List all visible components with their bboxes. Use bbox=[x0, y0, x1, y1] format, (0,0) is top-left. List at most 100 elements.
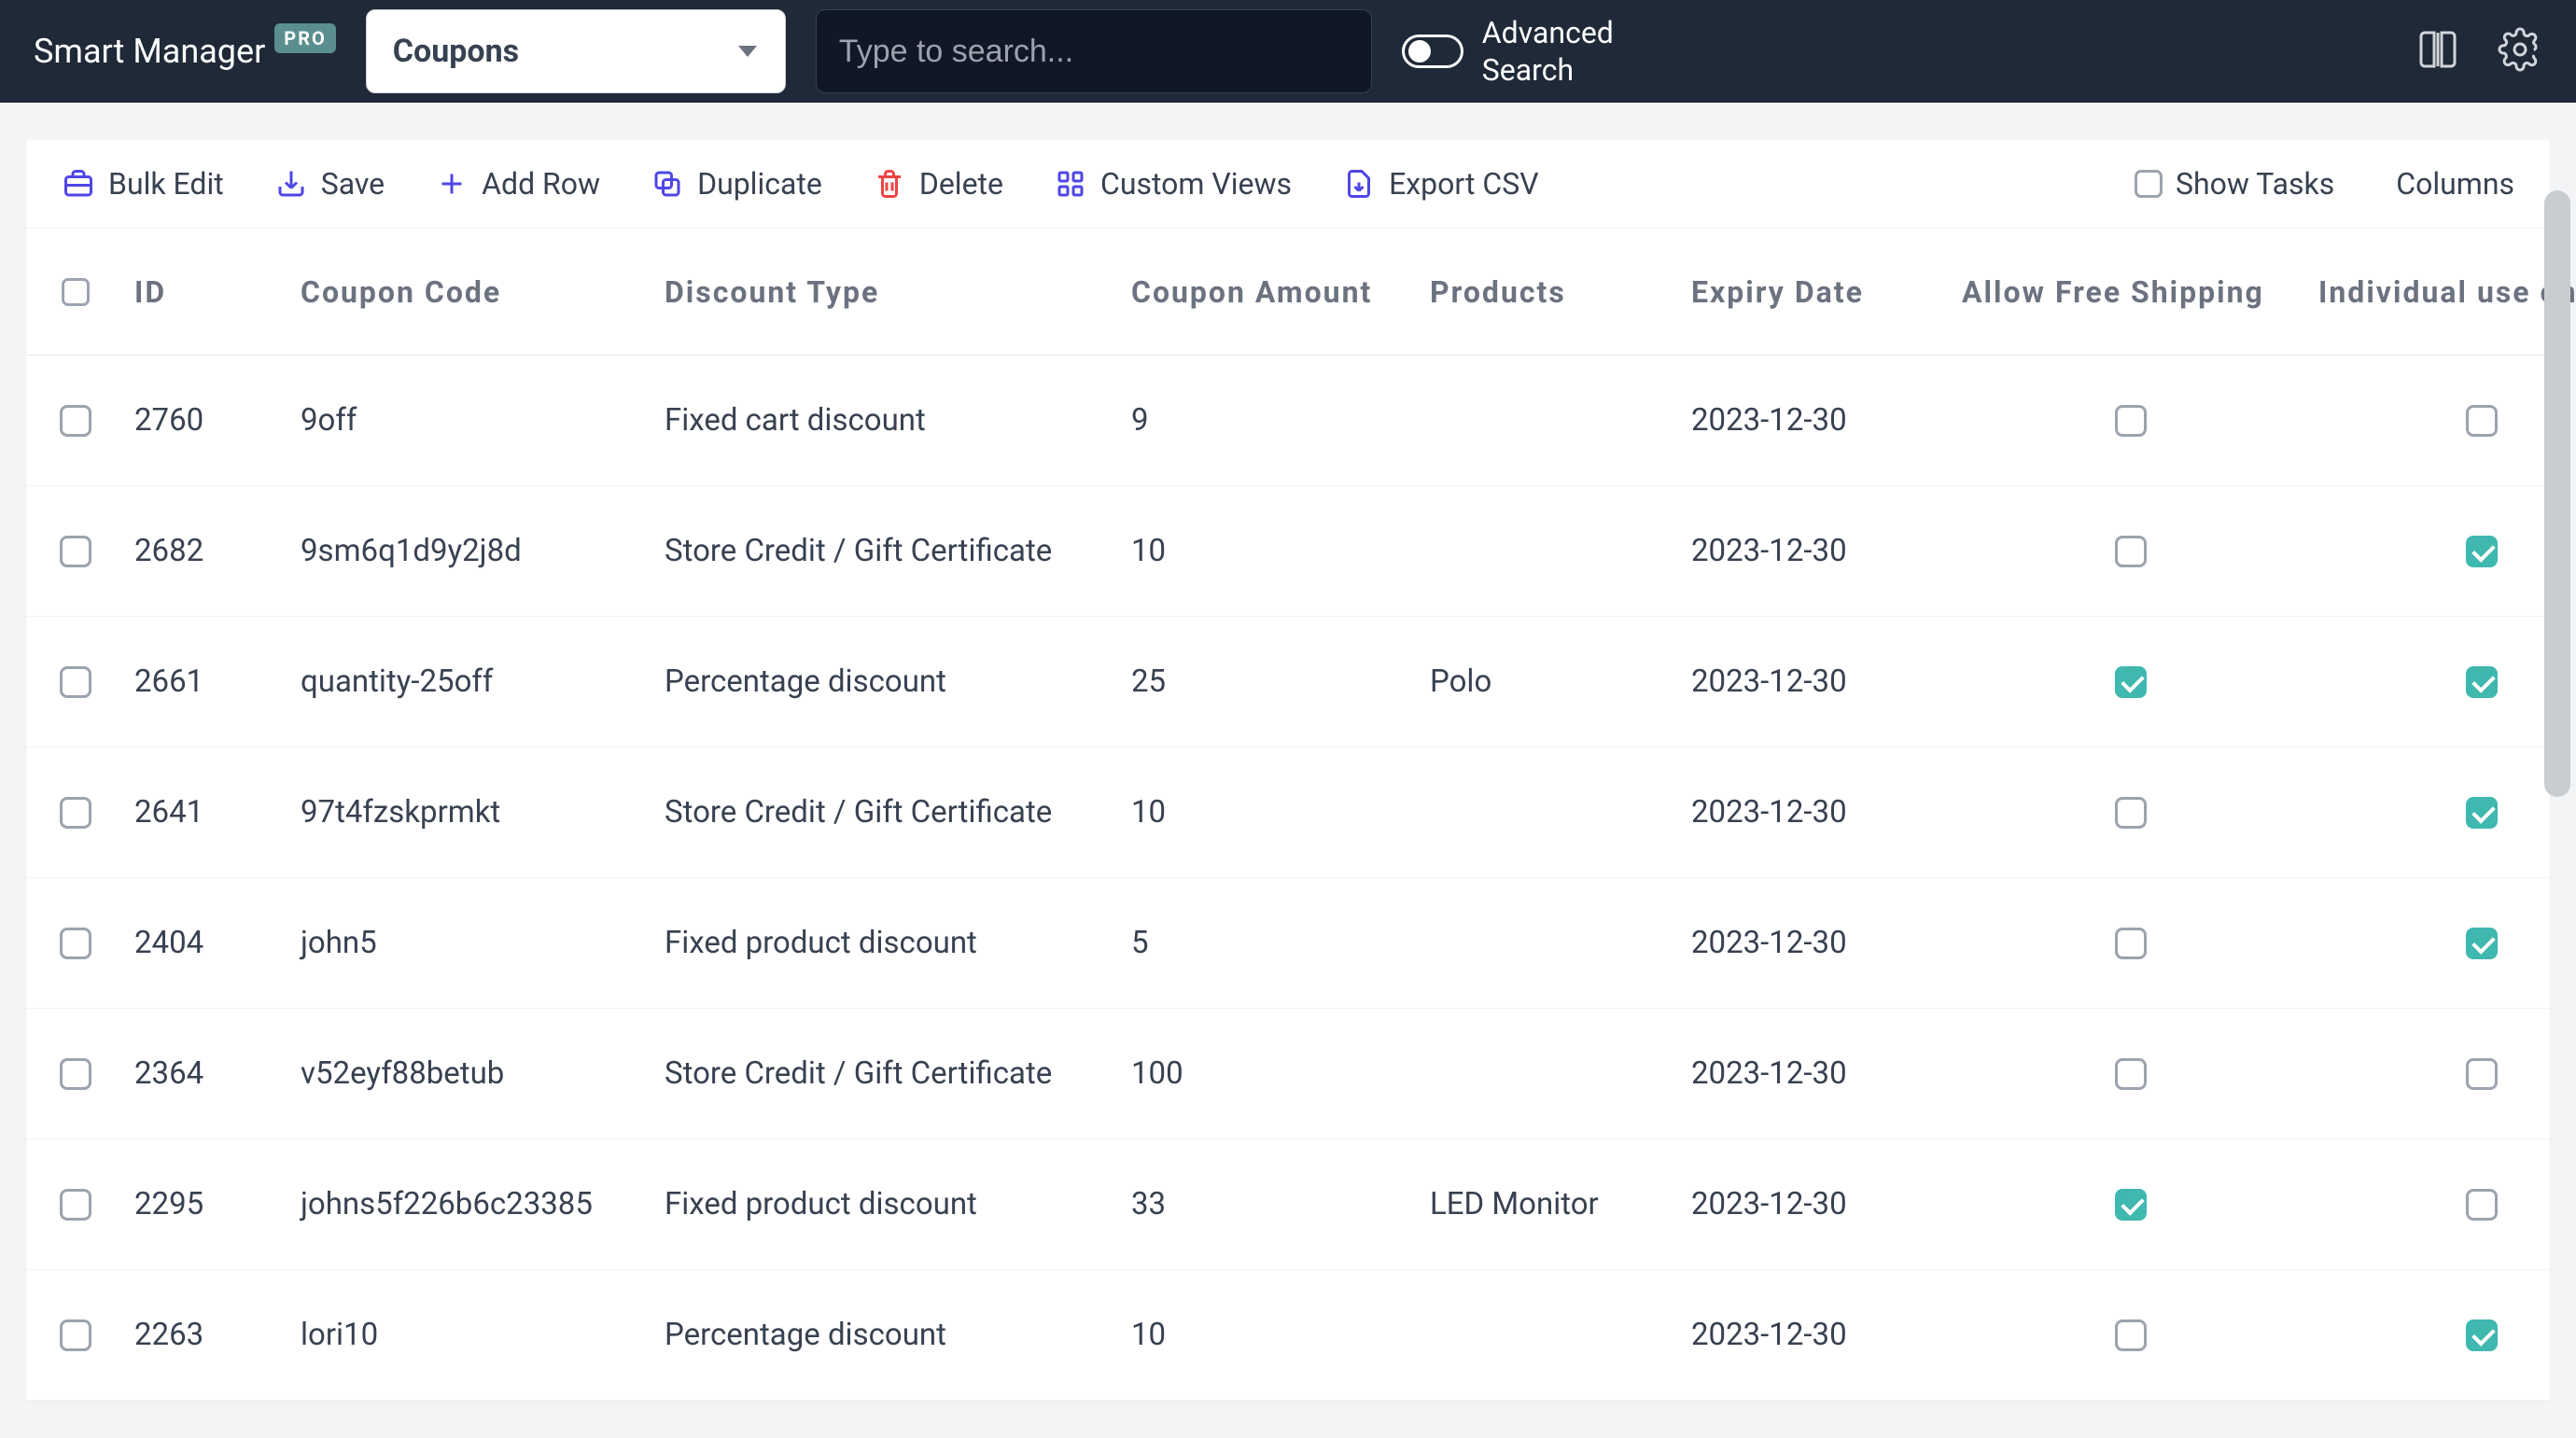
individual-use-checkbox[interactable] bbox=[2466, 1189, 2498, 1221]
row-checkbox[interactable] bbox=[60, 797, 91, 829]
col-coupon-amount[interactable]: Coupon Amount bbox=[1122, 274, 1421, 310]
free-shipping-checkbox[interactable] bbox=[2115, 666, 2147, 698]
cell-code[interactable]: johns5f226b6c23385 bbox=[291, 1186, 655, 1222]
scrollbar[interactable] bbox=[2544, 190, 2570, 797]
save-button[interactable]: Save bbox=[274, 166, 385, 202]
add-row-button[interactable]: Add Row bbox=[435, 166, 600, 202]
col-discount-type[interactable]: Discount Type bbox=[655, 274, 1122, 310]
cell-code[interactable]: 97t4fzskprmkt bbox=[291, 794, 655, 831]
search-box[interactable] bbox=[816, 9, 1372, 93]
cell-type[interactable]: Fixed cart discount bbox=[655, 402, 1122, 439]
cell-code[interactable]: 9off bbox=[291, 402, 655, 439]
cell-id[interactable]: 2295 bbox=[125, 1186, 291, 1222]
free-shipping-checkbox[interactable] bbox=[2115, 928, 2147, 959]
table-row[interactable]: 2295 johns5f226b6c23385 Fixed product di… bbox=[26, 1139, 2550, 1270]
cell-amount[interactable]: 25 bbox=[1122, 663, 1421, 700]
advanced-search[interactable]: Advanced Search bbox=[1402, 14, 1614, 89]
cell-code[interactable]: john5 bbox=[291, 925, 655, 961]
cell-id[interactable]: 2263 bbox=[125, 1317, 291, 1353]
individual-use-checkbox[interactable] bbox=[2466, 1319, 2498, 1351]
cell-type[interactable]: Store Credit / Gift Certificate bbox=[655, 1055, 1122, 1092]
cell-expiry[interactable]: 2023-12-30 bbox=[1682, 402, 1953, 439]
individual-use-checkbox[interactable] bbox=[2466, 928, 2498, 959]
cell-id[interactable]: 2404 bbox=[125, 925, 291, 961]
cell-amount[interactable]: 10 bbox=[1122, 1317, 1421, 1353]
select-all-checkbox[interactable] bbox=[62, 278, 90, 306]
table-row[interactable]: 2263 lori10 Percentage discount 10 2023-… bbox=[26, 1270, 2550, 1401]
free-shipping-checkbox[interactable] bbox=[2115, 1319, 2147, 1351]
free-shipping-checkbox[interactable] bbox=[2115, 405, 2147, 437]
free-shipping-checkbox[interactable] bbox=[2115, 797, 2147, 829]
cell-amount[interactable]: 10 bbox=[1122, 533, 1421, 569]
col-id[interactable]: ID bbox=[125, 274, 291, 310]
table-row[interactable]: 2682 9sm6q1d9y2j8d Store Credit / Gift C… bbox=[26, 486, 2550, 617]
row-checkbox[interactable] bbox=[60, 536, 91, 567]
free-shipping-checkbox[interactable] bbox=[2115, 1058, 2147, 1090]
duplicate-button[interactable]: Duplicate bbox=[651, 166, 822, 202]
table-row[interactable]: 2661 quantity-25off Percentage discount … bbox=[26, 617, 2550, 747]
cell-expiry[interactable]: 2023-12-30 bbox=[1682, 1317, 1953, 1353]
table-row[interactable]: 2641 97t4fzskprmkt Store Credit / Gift C… bbox=[26, 747, 2550, 878]
cell-expiry[interactable]: 2023-12-30 bbox=[1682, 1055, 1953, 1092]
table-row[interactable]: 2364 v52eyf88betub Store Credit / Gift C… bbox=[26, 1009, 2550, 1139]
show-tasks-toggle[interactable]: Show Tasks bbox=[2135, 166, 2334, 202]
table-row[interactable]: 2404 john5 Fixed product discount 5 2023… bbox=[26, 878, 2550, 1009]
cell-code[interactable]: quantity-25off bbox=[291, 663, 655, 700]
individual-use-checkbox[interactable] bbox=[2466, 536, 2498, 567]
show-tasks-checkbox[interactable] bbox=[2135, 170, 2163, 198]
cell-expiry[interactable]: 2023-12-30 bbox=[1682, 533, 1953, 569]
export-csv-button[interactable]: Export CSV bbox=[1342, 166, 1539, 202]
cell-expiry[interactable]: 2023-12-30 bbox=[1682, 794, 1953, 831]
cell-id[interactable]: 2661 bbox=[125, 663, 291, 700]
row-checkbox[interactable] bbox=[60, 1319, 91, 1351]
individual-use-checkbox[interactable] bbox=[2466, 1058, 2498, 1090]
cell-products[interactable]: Polo bbox=[1421, 663, 1682, 700]
cell-amount[interactable]: 9 bbox=[1122, 402, 1421, 439]
columns-button[interactable]: Columns bbox=[2385, 166, 2514, 202]
docs-icon[interactable] bbox=[2415, 27, 2460, 76]
cell-code[interactable]: lori10 bbox=[291, 1317, 655, 1353]
col-expiry-date[interactable]: Expiry Date bbox=[1682, 274, 1953, 310]
row-checkbox[interactable] bbox=[60, 1058, 91, 1090]
col-coupon-code[interactable]: Coupon Code bbox=[291, 274, 655, 310]
cell-expiry[interactable]: 2023-12-30 bbox=[1682, 1186, 1953, 1222]
individual-use-checkbox[interactable] bbox=[2466, 666, 2498, 698]
cell-expiry[interactable]: 2023-12-30 bbox=[1682, 663, 1953, 700]
row-checkbox[interactable] bbox=[60, 928, 91, 959]
cell-products[interactable]: LED Monitor bbox=[1421, 1186, 1682, 1222]
cell-id[interactable]: 2641 bbox=[125, 794, 291, 831]
cell-id[interactable]: 2760 bbox=[125, 402, 291, 439]
cell-amount[interactable]: 5 bbox=[1122, 925, 1421, 961]
cell-amount[interactable]: 100 bbox=[1122, 1055, 1421, 1092]
cell-type[interactable]: Store Credit / Gift Certificate bbox=[655, 794, 1122, 831]
entity-selector[interactable]: Coupons bbox=[366, 9, 786, 93]
cell-amount[interactable]: 10 bbox=[1122, 794, 1421, 831]
cell-id[interactable]: 2364 bbox=[125, 1055, 291, 1092]
cell-id[interactable]: 2682 bbox=[125, 533, 291, 569]
advanced-search-toggle[interactable] bbox=[1402, 35, 1463, 68]
free-shipping-checkbox[interactable] bbox=[2115, 1189, 2147, 1221]
table-row[interactable]: 2760 9off Fixed cart discount 9 2023-12-… bbox=[26, 356, 2550, 486]
cell-amount[interactable]: 33 bbox=[1122, 1186, 1421, 1222]
free-shipping-checkbox[interactable] bbox=[2115, 536, 2147, 567]
search-input[interactable] bbox=[839, 34, 1349, 70]
col-products[interactable]: Products bbox=[1421, 274, 1682, 310]
cell-type[interactable]: Percentage discount bbox=[655, 663, 1122, 700]
cell-code[interactable]: 9sm6q1d9y2j8d bbox=[291, 533, 655, 569]
cell-type[interactable]: Store Credit / Gift Certificate bbox=[655, 533, 1122, 569]
row-checkbox[interactable] bbox=[60, 1189, 91, 1221]
individual-use-checkbox[interactable] bbox=[2466, 797, 2498, 829]
cell-type[interactable]: Percentage discount bbox=[655, 1317, 1122, 1353]
gear-icon[interactable] bbox=[2498, 27, 2542, 76]
col-free-shipping[interactable]: Allow Free Shipping bbox=[1953, 274, 2309, 310]
col-individual-use[interactable]: Individual use only bbox=[2309, 274, 2576, 310]
cell-type[interactable]: Fixed product discount bbox=[655, 925, 1122, 961]
cell-type[interactable]: Fixed product discount bbox=[655, 1186, 1122, 1222]
cell-expiry[interactable]: 2023-12-30 bbox=[1682, 925, 1953, 961]
individual-use-checkbox[interactable] bbox=[2466, 405, 2498, 437]
bulk-edit-button[interactable]: Bulk Edit bbox=[62, 166, 224, 202]
row-checkbox[interactable] bbox=[60, 405, 91, 437]
custom-views-button[interactable]: Custom Views bbox=[1054, 166, 1292, 202]
delete-button[interactable]: Delete bbox=[873, 166, 1003, 202]
cell-code[interactable]: v52eyf88betub bbox=[291, 1055, 655, 1092]
